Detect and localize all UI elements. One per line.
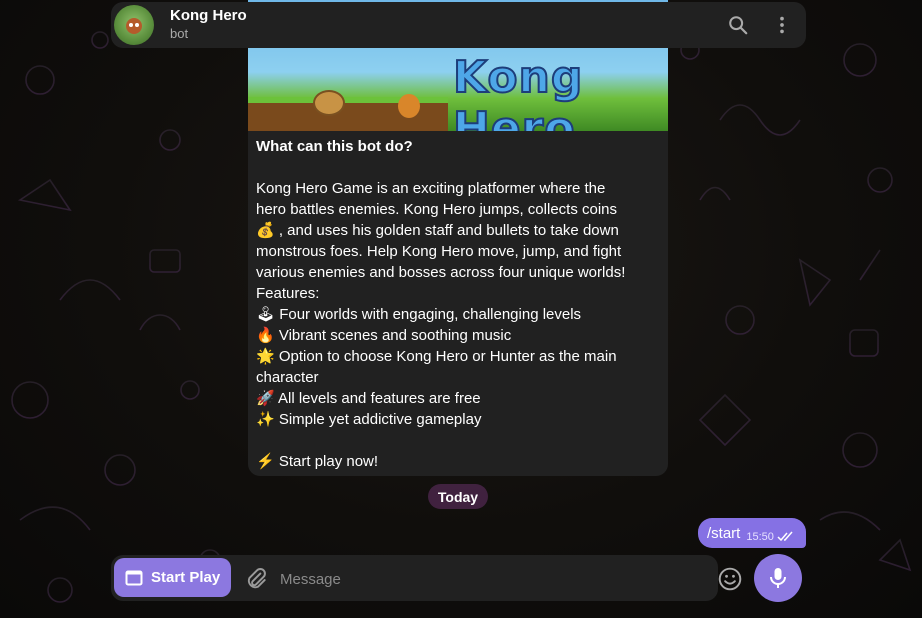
date-separator: Today — [428, 484, 488, 509]
snail-sprite — [313, 90, 345, 116]
message-line: 💰 , and uses his golden staff and bullet… — [256, 222, 619, 239]
start-play-button[interactable]: Start Play — [114, 558, 231, 597]
app-window-icon — [125, 570, 143, 585]
chat-subtitle: bot — [170, 26, 189, 41]
message-line: various enemies and bosses across four u… — [256, 264, 626, 281]
message-line: 🕹 Four worlds with engaging, challenging… — [256, 306, 582, 323]
bot-description-message: Kong Hero What can this bot do? Kong Her… — [248, 0, 668, 476]
message-line: monstrous foes. Help Kong Hero move, jum… — [256, 243, 622, 260]
chat-header[interactable]: Kong Hero bot — [111, 2, 806, 48]
outgoing-message[interactable]: /start 15:50 — [698, 518, 806, 548]
message-line — [256, 157, 660, 178]
message-line: character — [256, 369, 319, 386]
chat-info[interactable]: Kong Hero bot — [170, 7, 247, 43]
microphone-icon — [770, 568, 786, 588]
avatar-eye — [135, 23, 139, 27]
emoji-icon[interactable] — [717, 566, 743, 592]
message-line: 🌟 Option to choose Kong Hero or Hunter a… — [256, 348, 617, 365]
message-heading: What can this bot do? — [256, 138, 413, 155]
message-time: 15:50 — [746, 531, 774, 543]
attach-icon[interactable] — [243, 566, 269, 592]
message-line: Kong Hero Game is an exciting platformer… — [256, 180, 606, 197]
avatar[interactable] — [114, 5, 154, 45]
voice-message-button[interactable] — [754, 554, 802, 602]
more-vert-icon — [780, 16, 784, 34]
message-line: 🚀 All levels and features are free — [256, 390, 481, 407]
chat-title: Kong Hero — [170, 7, 247, 24]
avatar-eye — [129, 23, 133, 27]
more-options-button[interactable] — [766, 9, 798, 41]
message-line: ⚡ Start play now! — [256, 453, 379, 470]
message-line: Features: — [256, 285, 320, 302]
message-line: hero battles enemies. Kong Hero jumps, c… — [256, 201, 618, 218]
message-text: What can this bot do? Kong Hero Game is … — [256, 136, 660, 472]
message-line: ✨ Simple yet addictive gameplay — [256, 411, 482, 428]
message-line — [256, 430, 660, 451]
search-button[interactable] — [722, 9, 754, 41]
message-input[interactable] — [278, 566, 702, 592]
search-icon — [729, 16, 748, 35]
outgoing-message-text: /start — [707, 524, 741, 542]
hero-sprite — [398, 94, 420, 118]
double-check-icon — [777, 531, 793, 541]
start-play-label: Start Play — [151, 569, 221, 586]
message-line: 🔥 Vibrant scenes and soothing music — [256, 327, 512, 344]
game-logo-text: Kong Hero — [452, 51, 584, 131]
